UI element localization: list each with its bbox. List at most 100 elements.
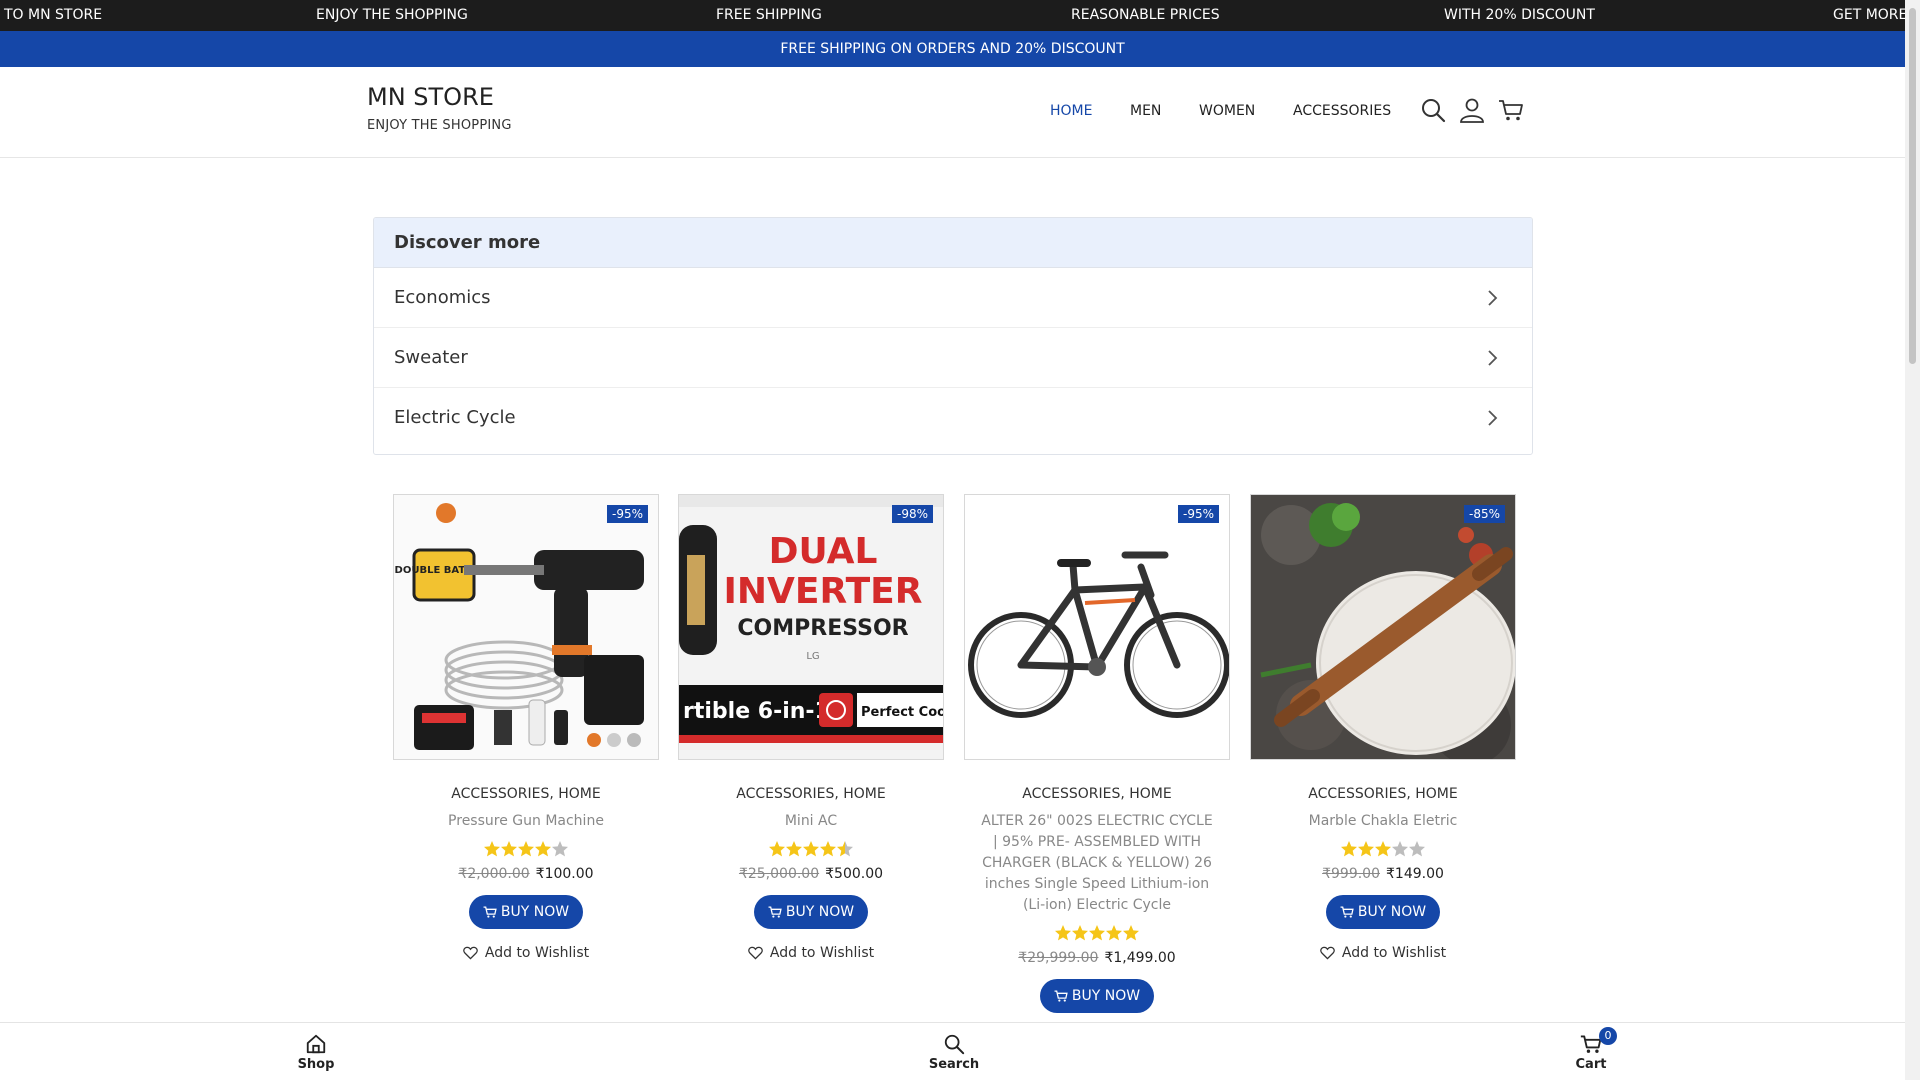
page-scrollbar[interactable]	[1905, 0, 1920, 1080]
scrollbar-thumb[interactable]	[1909, 8, 1916, 364]
site-tagline: ENJOY THE SHOPPING	[367, 118, 512, 133]
nav-accessories[interactable]: ACCESSORIES	[1293, 103, 1391, 119]
promo-text: FREE SHIPPING ON ORDERS AND 20% DISCOUNT	[780, 41, 1125, 57]
star-icon	[535, 841, 551, 857]
product-image[interactable]: DOUBLE BATTERY -95%	[393, 494, 659, 760]
nav-men[interactable]: MEN	[1130, 103, 1161, 119]
chevron-right-icon	[1488, 350, 1498, 366]
image-caption: INVERTER	[724, 571, 923, 612]
wishlist-label: Add to Wishlist	[1341, 945, 1447, 961]
mobile-bottom-bar: Shop Search 0 Cart	[0, 1022, 1905, 1080]
discover-more-panel: Discover more Economics Sweater Electric…	[373, 217, 1533, 455]
chevron-right-icon	[1488, 290, 1498, 306]
discover-item-label: Economics	[394, 287, 491, 308]
heart-icon	[748, 946, 763, 960]
search-icon[interactable]	[1420, 97, 1446, 123]
star-icon	[1055, 925, 1071, 941]
chevron-right-icon	[1488, 410, 1498, 426]
star-icon	[518, 841, 534, 857]
heart-icon	[1320, 946, 1335, 960]
nav-women[interactable]: WOMEN	[1199, 103, 1255, 119]
bottom-cart-button[interactable]: 0 Cart	[1551, 1027, 1631, 1072]
product-title[interactable]: Pressure Gun Machine	[393, 811, 659, 832]
buy-now-button[interactable]: BUY NOW	[469, 895, 583, 929]
product-card: -85% ACCESSORIES, HOME Marble Chakla Ele…	[1250, 494, 1516, 961]
bottom-shop-button[interactable]: Shop	[276, 1033, 356, 1072]
ticker-item: FREE SHIPPING	[716, 7, 822, 23]
star-rating	[678, 840, 944, 858]
product-price: ₹2,000.00 ₹100.00	[393, 866, 659, 882]
discover-item[interactable]: Electric Cycle	[374, 388, 1532, 448]
original-price: ₹999.00	[1322, 866, 1380, 882]
star-icon	[1106, 925, 1122, 941]
announcement-ticker: TO MN STORE ENJOY THE SHOPPING FREE SHIP…	[0, 0, 1908, 31]
product-category[interactable]: ACCESSORIES, HOME	[964, 786, 1230, 802]
product-price: ₹25,000.00 ₹500.00	[678, 866, 944, 882]
star-icon	[501, 841, 517, 857]
product-title[interactable]: Mini AC	[678, 811, 944, 832]
product-price: ₹29,999.00 ₹1,499.00	[964, 950, 1230, 966]
product-card: DUAL INVERTER COMPRESSOR LG rtible 6-in-…	[678, 494, 944, 961]
bottom-search-button[interactable]: Search	[914, 1033, 994, 1072]
product-title[interactable]: Marble Chakla Eletric	[1250, 811, 1516, 832]
star-icon	[820, 841, 836, 857]
product-image[interactable]: DUAL INVERTER COMPRESSOR LG rtible 6-in-…	[678, 494, 944, 760]
discount-badge: -85%	[1463, 505, 1505, 523]
discover-item-label: Electric Cycle	[394, 407, 516, 428]
ticker-item: GET MORE	[1833, 7, 1908, 23]
add-to-wishlist-button[interactable]: Add to Wishlist	[1250, 945, 1516, 961]
image-caption: Perfect Coo	[861, 705, 944, 720]
star-rating	[393, 840, 659, 858]
star-icon	[1072, 925, 1088, 941]
add-to-wishlist-button[interactable]: Add to Wishlist	[393, 945, 659, 961]
sale-price: ₹1,499.00	[1104, 950, 1176, 966]
star-icon	[1375, 841, 1391, 857]
product-category[interactable]: ACCESSORIES, HOME	[678, 786, 944, 802]
star-icon	[786, 841, 802, 857]
ticker-item: REASONABLE PRICES	[1071, 7, 1220, 23]
discover-item[interactable]: Economics	[374, 268, 1532, 328]
promo-banner: FREE SHIPPING ON ORDERS AND 20% DISCOUNT	[0, 31, 1905, 67]
star-rating	[964, 924, 1230, 942]
buy-now-label: BUY NOW	[1071, 988, 1141, 1004]
star-icon	[484, 841, 500, 857]
image-caption: rtible 6-in-1	[683, 699, 830, 724]
product-category[interactable]: ACCESSORIES, HOME	[393, 786, 659, 802]
user-icon[interactable]	[1459, 97, 1485, 123]
image-caption: COMPRESSOR	[737, 616, 908, 641]
nav-home[interactable]: HOME	[1050, 103, 1092, 119]
buy-now-button[interactable]: BUY NOW	[754, 895, 868, 929]
discover-item-label: Sweater	[394, 347, 468, 368]
star-icon	[769, 841, 785, 857]
image-caption: LG	[806, 651, 819, 662]
image-caption: DUAL	[769, 531, 878, 572]
sale-price: ₹149.00	[1386, 866, 1444, 882]
star-icon	[1123, 925, 1139, 941]
product-card: DOUBLE BATTERY -95% ACCESSORIES, HOME Pr…	[393, 494, 659, 961]
discount-badge: -95%	[606, 505, 648, 523]
heart-icon	[463, 946, 478, 960]
discount-badge: -95%	[1177, 505, 1219, 523]
product-card: -95% ACCESSORIES, HOME ALTER 26" 002S EL…	[964, 494, 1230, 1013]
cart-icon[interactable]	[1498, 97, 1524, 123]
product-image[interactable]: -95%	[964, 494, 1230, 760]
add-to-wishlist-button[interactable]: Add to Wishlist	[678, 945, 944, 961]
star-icon	[1341, 841, 1357, 857]
search-icon	[944, 1034, 965, 1055]
original-price: ₹29,999.00	[1018, 950, 1099, 966]
wishlist-label: Add to Wishlist	[769, 945, 875, 961]
product-category[interactable]: ACCESSORIES, HOME	[1250, 786, 1516, 802]
ticker-item: ENJOY THE SHOPPING	[316, 7, 468, 23]
ticker-item: WITH 20% DISCOUNT	[1444, 7, 1595, 23]
buy-now-button[interactable]: BUY NOW	[1326, 895, 1440, 929]
star-rating	[1250, 840, 1516, 858]
bottom-shop-label: Shop	[297, 1057, 335, 1072]
discover-item[interactable]: Sweater	[374, 328, 1532, 388]
product-title[interactable]: ALTER 26" 002S ELECTRIC CYCLE | 95% PRE-…	[964, 811, 1230, 916]
cart-icon	[768, 906, 782, 918]
product-image[interactable]: -85%	[1250, 494, 1516, 760]
site-title[interactable]: MN STORE	[367, 83, 494, 111]
buy-now-button[interactable]: BUY NOW	[1040, 979, 1154, 1013]
cart-count-badge: 0	[1599, 1027, 1617, 1045]
star-icon	[803, 841, 819, 857]
